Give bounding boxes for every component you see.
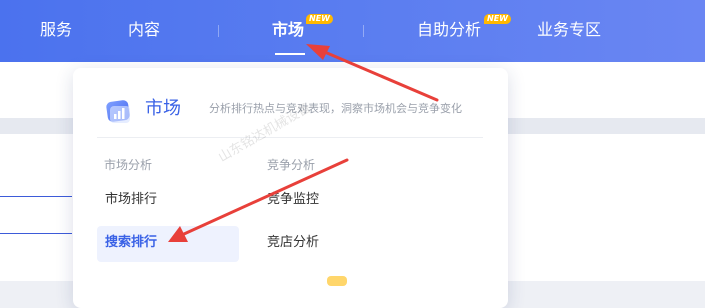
annotation-arrow-to-search-ranking bbox=[168, 158, 349, 242]
annotation-arrow-to-market-tab bbox=[306, 44, 439, 102]
annotation-arrows bbox=[168, 44, 439, 242]
